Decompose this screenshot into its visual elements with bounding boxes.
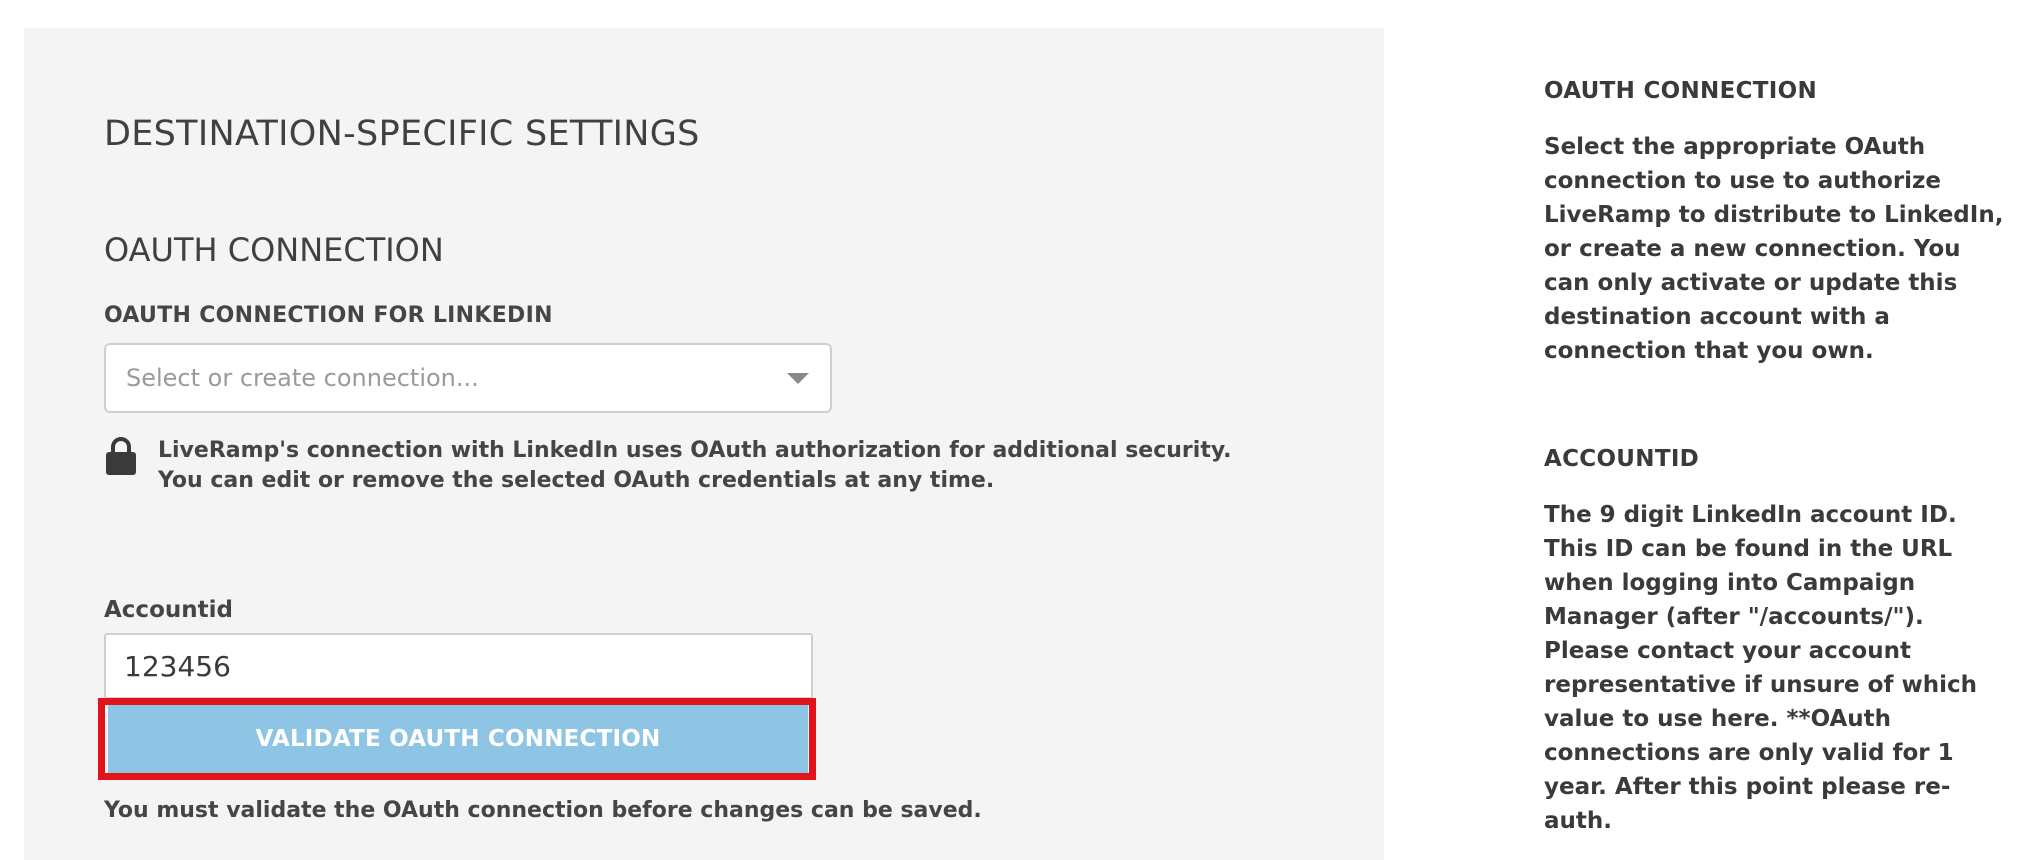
oauth-connection-select[interactable]: Select or create connection... (104, 343, 832, 413)
help-oauth-section: OAUTH CONNECTION Select the appropriate … (1544, 78, 2004, 368)
security-note-line-1: LiveRamp's connection with LinkedIn uses… (158, 438, 1232, 463)
security-note-line-2: You can edit or remove the selected OAut… (158, 468, 995, 493)
validate-message: You must validate the OAuth connection b… (104, 798, 982, 823)
lock-icon (106, 437, 136, 475)
page-title: DESTINATION-SPECIFIC SETTINGS (104, 114, 700, 154)
accountid-input[interactable] (104, 633, 813, 699)
help-accountid-section: ACCOUNTID The 9 digit LinkedIn account I… (1544, 446, 2004, 838)
security-note: LiveRamp's connection with LinkedIn uses… (104, 436, 1232, 496)
help-oauth-title: OAUTH CONNECTION (1544, 78, 1818, 104)
help-oauth-body: Select the appropriate OAuth connection … (1544, 134, 2004, 364)
validate-oauth-button[interactable]: VALIDATE OAUTH CONNECTION (108, 705, 808, 773)
oauth-select-placeholder: Select or create connection... (126, 364, 479, 392)
chevron-down-icon[interactable] (787, 372, 809, 384)
oauth-field-label: OAUTH CONNECTION FOR LINKEDIN (104, 303, 553, 328)
help-accountid-title: ACCOUNTID (1544, 446, 1700, 472)
accountid-label: Accountid (104, 597, 233, 623)
oauth-section-heading: OAUTH CONNECTION (104, 231, 444, 269)
help-accountid-body: The 9 digit LinkedIn account ID. This ID… (1544, 502, 1977, 834)
